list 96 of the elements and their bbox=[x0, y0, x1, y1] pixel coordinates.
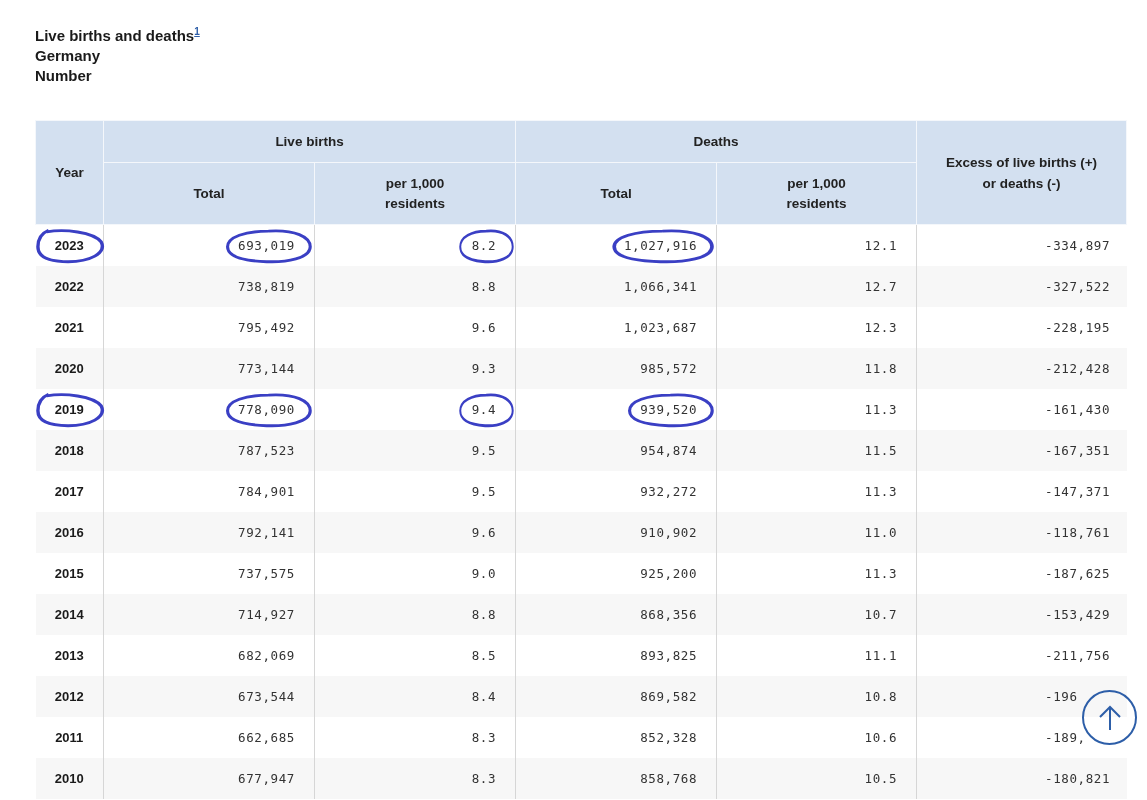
table-cell: 9.3 bbox=[471, 361, 496, 376]
table-cell: -118,761 bbox=[1045, 525, 1111, 540]
table-cell: 9.6 bbox=[471, 320, 496, 335]
table-cell: 11.5 bbox=[864, 443, 898, 458]
table-cell: 714,927 bbox=[238, 607, 295, 622]
table-cell: 985,572 bbox=[640, 361, 697, 376]
table-cell: 8.3 bbox=[471, 771, 496, 786]
year-cell: 2023 bbox=[54, 238, 84, 253]
column-header: Year bbox=[35, 120, 104, 225]
table-cell: 11.0 bbox=[864, 525, 898, 540]
table-subtitle: Germany bbox=[35, 46, 102, 66]
table-cell: 1,027,916 bbox=[623, 238, 697, 253]
table-cell: 795,492 bbox=[238, 320, 295, 335]
table-cell: 11.3 bbox=[864, 402, 898, 417]
table-cell: -211,756 bbox=[1045, 648, 1111, 663]
table-cell: 869,582 bbox=[640, 689, 697, 704]
table-cell: 11.8 bbox=[864, 361, 898, 376]
year-cell: 2022 bbox=[54, 279, 84, 294]
table-cell: 10.8 bbox=[864, 689, 898, 704]
table-cell: 773,144 bbox=[238, 361, 295, 376]
scroll-to-top-button[interactable] bbox=[1082, 690, 1137, 745]
table-cell: 9.6 bbox=[471, 525, 496, 540]
column-header: Total bbox=[103, 162, 315, 225]
table-cell: 11.3 bbox=[864, 484, 898, 499]
table-cell: 910,902 bbox=[640, 525, 697, 540]
year-cell: 2013 bbox=[54, 648, 84, 663]
table-cell: 893,825 bbox=[640, 648, 697, 663]
table-cell: -180,821 bbox=[1045, 771, 1111, 786]
table-cell: 8.5 bbox=[471, 648, 496, 663]
table-cell: 852,328 bbox=[640, 730, 697, 745]
table-cell: 9.4 bbox=[471, 402, 496, 417]
column-header: Excess of live births (+) or deaths (-) bbox=[916, 120, 1127, 225]
year-cell: 2012 bbox=[54, 689, 84, 704]
column-header: per 1,000 residents bbox=[314, 162, 516, 225]
table-cell: 693,019 bbox=[238, 238, 295, 253]
table-cell: 12.1 bbox=[864, 238, 898, 253]
table-cell: 8.8 bbox=[471, 279, 496, 294]
table-cell: 8.2 bbox=[471, 238, 496, 253]
year-cell: 2018 bbox=[54, 443, 84, 458]
year-cell: 2017 bbox=[54, 484, 84, 499]
year-cell: 2016 bbox=[54, 525, 84, 540]
table-cell: 8.3 bbox=[471, 730, 496, 745]
table-cell: 787,523 bbox=[238, 443, 295, 458]
table-cell: 784,901 bbox=[238, 484, 295, 499]
year-cell: 2019 bbox=[54, 402, 84, 417]
table-cell: -334,897 bbox=[1045, 238, 1111, 253]
table-cell: -189, bbox=[1045, 730, 1086, 745]
table-cell: 738,819 bbox=[238, 279, 295, 294]
table-cell: -327,522 bbox=[1045, 279, 1111, 294]
table-cell: 10.5 bbox=[864, 771, 898, 786]
table-cell: 932,272 bbox=[640, 484, 697, 499]
table-cell: -153,429 bbox=[1045, 607, 1111, 622]
column-group-header: Deaths bbox=[515, 120, 917, 163]
table-cell: 1,023,687 bbox=[623, 320, 697, 335]
table-cell: 778,090 bbox=[238, 402, 295, 417]
table-cell: 858,768 bbox=[640, 771, 697, 786]
year-cell: 2011 bbox=[55, 730, 84, 745]
table-cell: 9.5 bbox=[471, 443, 496, 458]
year-cell: 2021 bbox=[54, 320, 84, 335]
year-cell: 2014 bbox=[54, 607, 84, 622]
table-cell: 12.3 bbox=[864, 320, 898, 335]
table-cell: 10.7 bbox=[864, 607, 898, 622]
table-cell: -147,371 bbox=[1045, 484, 1111, 499]
table-cell: -228,195 bbox=[1045, 320, 1111, 335]
table-cell: 954,874 bbox=[640, 443, 697, 458]
table-cell: 12.7 bbox=[864, 279, 898, 294]
table-cell: 11.1 bbox=[864, 648, 898, 663]
table-cell: 9.0 bbox=[471, 566, 496, 581]
table-cell: 925,200 bbox=[640, 566, 697, 581]
column-header: Total bbox=[515, 162, 717, 225]
table-cell: -161,430 bbox=[1045, 402, 1111, 417]
table-cell: 10.6 bbox=[864, 730, 898, 745]
table-cell: -212,428 bbox=[1045, 361, 1111, 376]
table-cell: -196 bbox=[1045, 689, 1078, 704]
table-cell: 11.3 bbox=[864, 566, 898, 581]
table-cell: 673,544 bbox=[238, 689, 295, 704]
table-cell: 682,069 bbox=[238, 648, 295, 663]
table-cell: 939,520 bbox=[640, 402, 697, 417]
year-cell: 2010 bbox=[54, 771, 84, 786]
year-cell: 2015 bbox=[54, 566, 84, 581]
table-cell: 792,141 bbox=[238, 525, 295, 540]
table-cell: 677,947 bbox=[238, 771, 295, 786]
column-header: per 1,000 residents bbox=[716, 162, 917, 225]
table-cell: 8.4 bbox=[471, 689, 496, 704]
table-title: Live births and deaths$^{1}$ bbox=[35, 25, 200, 46]
table-subtitle: Number bbox=[35, 66, 93, 86]
table-cell: -167,351 bbox=[1045, 443, 1111, 458]
table-cell: 8.8 bbox=[471, 607, 496, 622]
table-cell: 737,575 bbox=[238, 566, 295, 581]
year-cell: 2020 bbox=[54, 361, 84, 376]
table-cell: 1,066,341 bbox=[623, 279, 697, 294]
table-cell: 868,356 bbox=[640, 607, 697, 622]
column-group-header: Live births bbox=[103, 120, 516, 163]
table-cell: -187,625 bbox=[1045, 566, 1111, 581]
table-cell: 662,685 bbox=[238, 730, 295, 745]
table-cell: 9.5 bbox=[471, 484, 496, 499]
